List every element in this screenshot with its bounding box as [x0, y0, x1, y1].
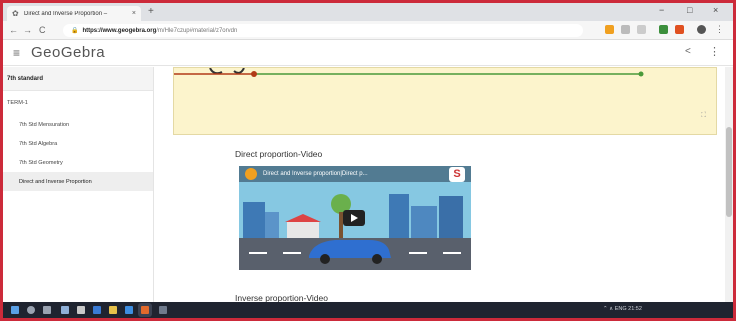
extension-icon[interactable]: [659, 25, 668, 34]
start-icon[interactable]: [11, 306, 19, 314]
new-tab-button[interactable]: +: [148, 6, 154, 18]
sidebar-section-term1[interactable]: TERM-1: [3, 91, 153, 115]
more-options-icon[interactable]: ⋮: [709, 45, 720, 58]
browser-tab[interactable]: ✿ Direct and Inverse Proportion – ×: [7, 6, 141, 21]
system-tray[interactable]: ⌃ ∧ ENG 21:52: [603, 306, 642, 312]
sidebar-item-proportion[interactable]: Direct and Inverse Proportion: [3, 172, 153, 191]
back-button[interactable]: ←: [9, 24, 18, 36]
extension-icon[interactable]: [605, 25, 614, 34]
browser-tab-strip: ✿ Direct and Inverse Proportion – × + − …: [3, 3, 733, 21]
geogebra-favicon-icon: ✿: [12, 8, 19, 18]
youtube-video-embed[interactable]: Direct and Inverse proportion|Direct p..…: [239, 166, 471, 270]
lock-icon: 🔒: [71, 28, 79, 34]
tab-close-icon[interactable]: ×: [132, 10, 136, 17]
browser-menu-icon[interactable]: ⋮: [715, 25, 724, 34]
maximize-button[interactable]: □: [687, 5, 692, 15]
minimize-button[interactable]: −: [659, 5, 664, 15]
search-icon[interactable]: [27, 306, 35, 314]
book-sidebar: 7th standard TERM-1 7th Std Mensuration …: [3, 67, 154, 302]
app-icon[interactable]: [159, 306, 167, 314]
applet-figure: [209, 68, 245, 75]
geogebra-applet[interactable]: ⛶: [173, 67, 717, 135]
applet-graphics: [174, 68, 644, 77]
video-overlay-title[interactable]: Direct and Inverse proportion|Direct p..…: [263, 171, 368, 177]
profile-icon[interactable]: [697, 25, 706, 34]
geogebra-header: ≡ GeoGebra < ⋮: [3, 40, 733, 66]
browser-toolbar: ← → C 🔒 https://www.geogebra.org /m/Hle7…: [3, 21, 733, 40]
geogebra-logo[interactable]: GeoGebra: [31, 44, 105, 61]
sidebar-item-algebra[interactable]: 7th Std Algebra: [3, 134, 153, 153]
chrome-icon[interactable]: [141, 306, 149, 314]
task-view-icon[interactable]: [43, 306, 51, 314]
star-icon[interactable]: [637, 25, 646, 34]
fullscreen-icon[interactable]: ⛶: [701, 112, 706, 120]
app-icon[interactable]: [93, 306, 101, 314]
scrollbar-thumb[interactable]: [726, 127, 732, 217]
video1-title: Direct proportion-Video: [235, 149, 323, 159]
channel-logo: S: [449, 167, 465, 182]
reload-button[interactable]: C: [39, 24, 46, 36]
main-content: ⛶ Direct proportion-Video Direct and Inv…: [155, 67, 733, 303]
tab-title: Direct and Inverse Proportion –: [24, 10, 108, 17]
url-host: https://www.geogebra.org: [82, 27, 157, 34]
applet-point[interactable]: [251, 71, 257, 77]
windows-taskbar: ⌃ ∧ ENG 21:52: [3, 302, 733, 318]
close-window-button[interactable]: ×: [713, 5, 718, 15]
hamburger-menu-icon[interactable]: ≡: [13, 46, 20, 60]
app-icon[interactable]: [61, 306, 69, 314]
share-icon[interactable]: <: [685, 46, 691, 57]
sidebar-item-geometry[interactable]: 7th Std Geometry: [3, 153, 153, 172]
sidebar-heading[interactable]: 7th standard: [3, 67, 153, 91]
app-icon[interactable]: [77, 306, 85, 314]
file-explorer-icon[interactable]: [109, 306, 117, 314]
search-icon[interactable]: [621, 25, 630, 34]
extension-icon[interactable]: [675, 25, 684, 34]
address-bar[interactable]: 🔒 https://www.geogebra.org /m/Hle7czup#m…: [63, 24, 583, 37]
forward-button[interactable]: →: [23, 24, 32, 36]
applet-point[interactable]: [638, 71, 644, 77]
screen-frame: ✿ Direct and Inverse Proportion – × + − …: [3, 3, 733, 318]
url-path: /m/Hle7czup#material/z7orvdn: [156, 27, 238, 34]
sidebar-item-mensuration[interactable]: 7th Std Mensuration: [3, 115, 153, 134]
app-icon[interactable]: [125, 306, 133, 314]
channel-avatar[interactable]: [245, 168, 257, 180]
play-button[interactable]: [343, 210, 365, 226]
page-scrollbar[interactable]: [725, 67, 733, 302]
